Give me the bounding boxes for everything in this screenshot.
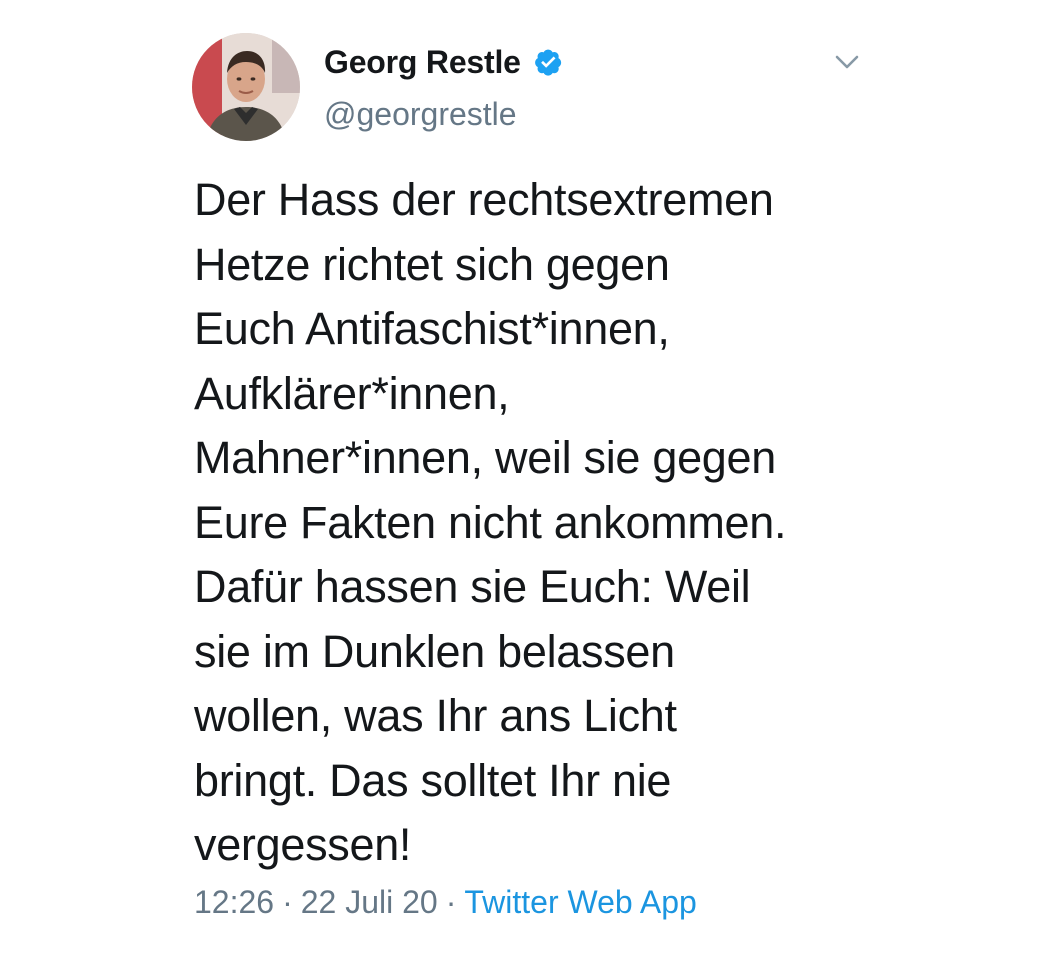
tweet-source-link[interactable]: Twitter Web App: [464, 884, 696, 920]
tweet-text: Der Hass der rechtsextremen Hetze richte…: [194, 174, 787, 870]
tweet-meta: 12:26 · 22 Juli 20 · Twitter Web App: [194, 880, 697, 924]
handle[interactable]: @georgrestle: [324, 92, 517, 136]
avatar-image: [192, 33, 300, 141]
tweet-date[interactable]: 22 Juli 20: [301, 884, 438, 920]
verified-badge-icon: [533, 47, 563, 77]
tweet-card: Georg Restle @georgrestle Der Hass der r…: [0, 0, 1050, 960]
tweet-time[interactable]: 12:26: [194, 884, 274, 920]
author-row: Georg Restle: [324, 40, 563, 84]
display-name[interactable]: Georg Restle: [324, 40, 521, 84]
chevron-down-icon[interactable]: [834, 52, 860, 72]
separator: ·: [282, 884, 293, 920]
separator: ·: [445, 884, 457, 920]
avatar[interactable]: [192, 33, 300, 141]
